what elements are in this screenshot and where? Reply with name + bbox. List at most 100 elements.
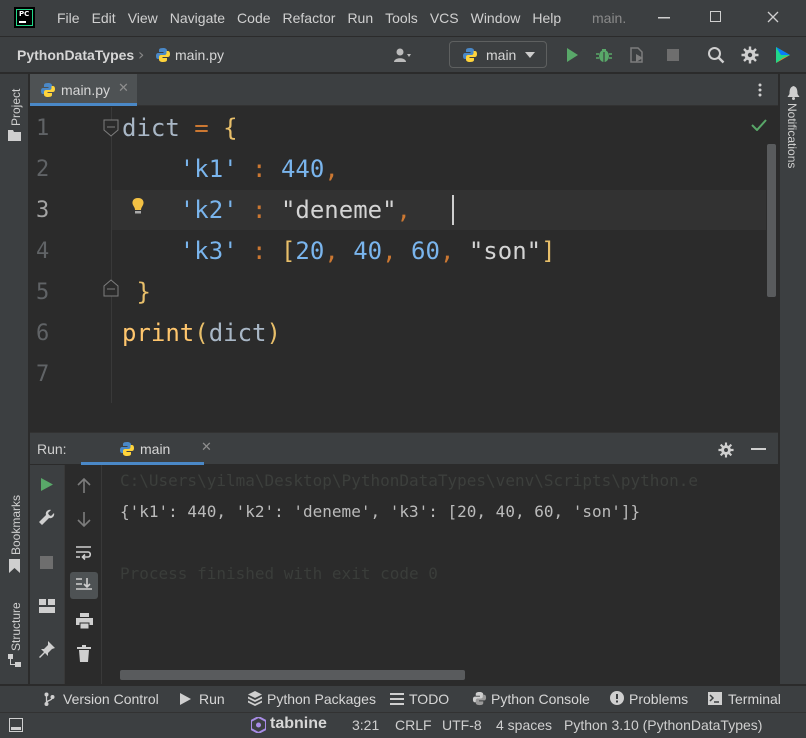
tool-python-packages[interactable]: Python Packages [267,691,376,707]
tool-python-console[interactable]: Python Console [491,691,590,707]
code-line-6: print(dict) [122,319,281,347]
run-with-coverage-icon[interactable] [628,46,646,64]
editor-tab-label: main.py [61,82,111,98]
run-icon[interactable] [563,46,581,64]
menu-refactor[interactable]: Refactor [283,10,336,26]
fold-open-icon[interactable] [103,119,119,137]
pin-tab-icon[interactable] [39,641,55,659]
tool-todo[interactable]: TODO [409,691,449,707]
fold-close-icon[interactable] [103,279,119,297]
scroll-down-arrow-icon[interactable] [77,511,91,527]
settings-gear-icon[interactable] [741,46,759,64]
pycharm-logo-icon[interactable]: PC [14,7,35,28]
breadcrumb-project[interactable]: PythonDataTypes [17,47,134,63]
code-line-4: 'k3' : [20, 40, 60, "son"] [179,237,556,265]
run-tool-icon [180,693,191,705]
minimize-icon[interactable] [658,17,670,19]
soft-wrap-icon[interactable] [76,545,92,561]
search-icon[interactable] [707,46,725,64]
code-line-5: } [136,278,151,306]
close-window-icon[interactable] [767,11,779,23]
menu-tools[interactable]: Tools [385,10,418,26]
tool-problems[interactable]: Problems [629,691,688,707]
run-output-panel: C:\Users\yilma\Desktop\PythonDataTypes\v… [30,465,778,685]
stop-icon[interactable] [664,46,682,64]
hide-panel-icon[interactable] [751,448,766,451]
breadcrumb-separator-icon: › [138,45,145,64]
tool-window-bar: Version Control Run Python Packages TODO… [0,685,806,712]
structure-tool-button[interactable]: Structure [9,602,23,651]
run-configuration-selector[interactable]: main [449,41,547,68]
line-number-current: 3 [36,198,50,223]
clear-trash-icon[interactable] [77,645,91,662]
scroll-to-end-icon [76,578,92,590]
edit-configuration-wrench-icon[interactable] [39,509,56,526]
editor-tab-main-py[interactable]: main.py ✕ [30,74,137,106]
console-output-result: {'k1': 440, 'k2': 'deneme', 'k3': [20, 4… [120,502,641,521]
code-line-2: 'k1' : 440, [179,155,339,183]
line-separator[interactable]: CRLF [395,717,432,733]
jetbrains-space-icon[interactable] [774,46,792,64]
menu-navigate[interactable]: Navigate [170,10,225,26]
menu-edit[interactable]: Edit [92,10,116,26]
status-bar: tabnine 3:21 CRLF UTF-8 4 spaces Python … [0,712,806,738]
problems-info-icon [610,691,624,705]
structure-icon [8,654,21,667]
menu-file[interactable]: File [57,10,80,26]
more-options-icon[interactable] [758,83,762,97]
menu-help[interactable]: Help [532,10,561,26]
notifications-tool-button[interactable]: Notifications [785,103,799,168]
python-interpreter[interactable]: Python 3.10 (PythonDataTypes) [564,717,762,733]
stop-process-icon[interactable] [40,556,53,569]
print-icon[interactable] [76,613,93,629]
code-line-3: 'k2' : "deneme", [179,196,411,224]
line-number: 6 [36,321,50,346]
run-tab-main[interactable]: main ✕ [81,433,212,465]
indent-setting[interactable]: 4 spaces [496,717,552,733]
notifications-bell-icon [787,86,800,100]
run-settings-gear-icon[interactable] [718,442,734,458]
tool-version-control[interactable]: Version Control [63,691,159,707]
code-line-1: dict = { [122,114,238,142]
folder-icon [8,130,21,141]
no-problems-checkmark-icon[interactable] [751,119,767,131]
user-account-icon[interactable] [393,46,411,64]
text-caret [452,195,454,225]
console-actions-toolbar [66,465,102,684]
main-menu: File Edit View Navigate Code Refactor Ru… [57,10,573,26]
maximize-icon[interactable] [710,11,722,23]
debug-icon[interactable] [595,46,613,64]
menu-view[interactable]: View [128,10,158,26]
file-encoding[interactable]: UTF-8 [442,717,482,733]
console-horizontal-scrollbar[interactable] [120,670,465,680]
console-command-line: C:\Users\yilma\Desktop\PythonDataTypes\v… [120,471,698,490]
run-panel-label: Run: [37,441,67,457]
menu-run[interactable]: Run [347,10,373,26]
layout-icon[interactable] [39,599,55,613]
editor-tab-bar: main.py ✕ [30,74,778,106]
breadcrumb-file[interactable]: main.py [175,47,224,63]
code-editor[interactable]: 1 2 3 4 5 6 7 dict = { 'k1' : 440, 'k2' … [30,107,778,403]
branch-icon [44,692,55,706]
tool-run[interactable]: Run [199,691,225,707]
python-file-icon [156,48,170,62]
run-configuration-label: main [486,47,517,63]
menu-window[interactable]: Window [471,10,521,26]
menu-vcs[interactable]: VCS [430,10,459,26]
tabnine-status[interactable]: tabnine [270,715,327,733]
line-number: 7 [36,362,50,387]
project-tool-button[interactable]: Project [9,89,23,126]
tool-terminal[interactable]: Terminal [728,691,781,707]
close-run-tab-icon[interactable]: ✕ [201,440,212,455]
line-number: 1 [36,116,50,141]
line-number: 5 [36,280,50,305]
caret-position[interactable]: 3:21 [352,717,379,733]
bookmarks-tool-button[interactable]: Bookmarks [9,495,23,555]
toggle-tool-windows-icon[interactable] [9,718,23,732]
close-tab-icon[interactable]: ✕ [118,81,129,96]
editor-vertical-scrollbar[interactable] [767,144,776,297]
scroll-up-arrow-icon[interactable] [77,478,91,494]
menu-code[interactable]: Code [237,10,270,26]
rerun-icon[interactable] [40,477,54,492]
scroll-to-end-toggle[interactable] [70,572,98,599]
